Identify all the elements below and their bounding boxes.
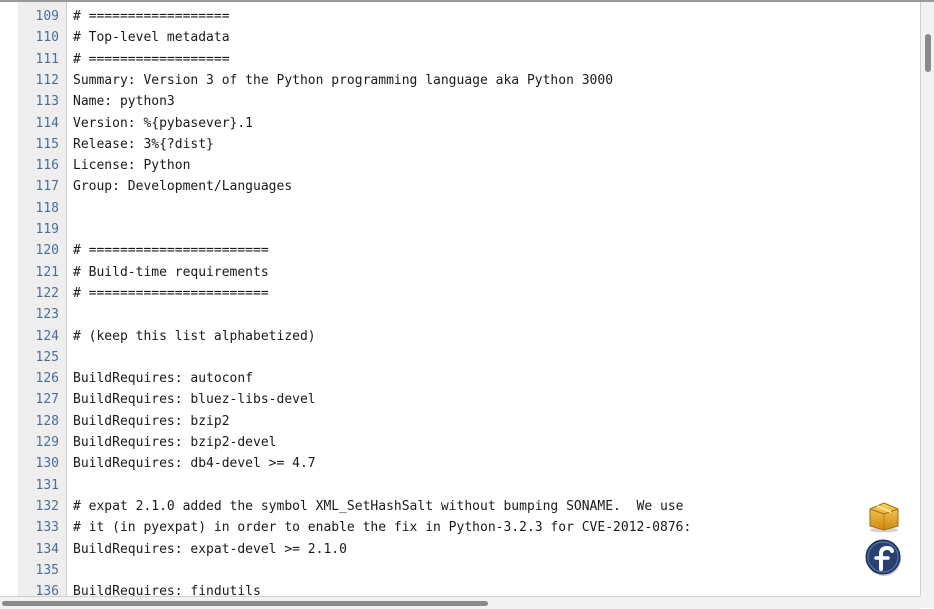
code-line[interactable]: Name: python3 [73, 91, 175, 112]
line-number: 113 [35, 94, 59, 110]
line-number: 111 [35, 51, 59, 67]
vertical-scrollbar[interactable] [920, 2, 934, 596]
horizontal-scrollbar-thumb[interactable] [2, 601, 488, 606]
code-line[interactable]: BuildRequires: autoconf [73, 368, 253, 389]
code-line[interactable]: # Build-time requirements [73, 262, 269, 283]
line-number: 134 [35, 541, 59, 557]
code-line[interactable]: License: Python [73, 155, 190, 176]
line-number: 117 [35, 179, 59, 195]
code-line[interactable]: # ======================= [73, 240, 269, 261]
line-number: 119 [35, 222, 59, 237]
line-number: 110 [35, 30, 59, 46]
line-number: 135 [35, 562, 59, 578]
line-number: 109 [35, 9, 59, 24]
line-number-gutter: 109 110 111 112 113 114 115 116 117 118 119 120 121 1… [18, 2, 67, 599]
code-editor[interactable]: # ================== # Top-level metadata… [67, 2, 920, 599]
line-number: 128 [35, 413, 59, 429]
line-number: 132 [35, 498, 59, 514]
line-number: 120 [35, 243, 59, 259]
line-number: 116 [35, 158, 59, 174]
code-line[interactable]: # expat 2.1.0 added the symbol XML_SetHa… [73, 496, 683, 517]
line-number: 112 [35, 72, 59, 88]
code-line[interactable]: BuildRequires: bluez-libs-devel [73, 389, 316, 410]
line-number: 118 [35, 200, 59, 216]
line-number: 129 [35, 435, 59, 450]
line-number: 115 [35, 136, 59, 152]
horizontal-scrollbar[interactable] [0, 596, 920, 609]
code-line[interactable]: # (keep this list alphabetized) [73, 326, 316, 347]
vertical-scrollbar-thumb[interactable] [925, 34, 931, 72]
line-number: 127 [35, 392, 59, 408]
line-number: 123 [35, 307, 59, 323]
code-line[interactable]: Version: %{pybasever}.1 [73, 113, 253, 134]
line-number: 131 [35, 477, 59, 493]
code-line[interactable]: BuildRequires: db4-devel >= 4.7 [73, 453, 316, 474]
line-number: 114 [35, 115, 59, 131]
code-line[interactable]: # ======================= [73, 283, 269, 304]
line-number: 125 [35, 349, 59, 365]
code-line[interactable]: Group: Development/Languages [73, 176, 292, 197]
code-line[interactable]: Release: 3%{?dist} [73, 134, 214, 155]
line-number: 126 [35, 371, 59, 387]
line-number: 122 [35, 285, 59, 301]
package-box-icon[interactable] [866, 497, 902, 533]
code-line[interactable]: # it (in pyexpat) in order to enable the… [73, 517, 691, 538]
code-line[interactable]: BuildRequires: bzip2-devel [73, 432, 277, 453]
scrollbar-corner [920, 596, 934, 608]
code-line[interactable]: # Top-level metadata [73, 27, 230, 48]
code-line[interactable]: # ================== [73, 6, 230, 27]
code-line[interactable]: Summary: Version 3 of the Python program… [73, 70, 613, 91]
line-number: 130 [35, 456, 59, 472]
code-line[interactable]: BuildRequires: bzip2 [73, 411, 230, 432]
line-number: 124 [35, 328, 59, 344]
line-number: 133 [35, 520, 59, 536]
code-line[interactable]: # ================== [73, 49, 230, 70]
line-number: 121 [35, 264, 59, 280]
left-margin [0, 2, 18, 596]
code-line[interactable]: BuildRequires: expat-devel >= 2.1.0 [73, 539, 347, 560]
fedora-logo-icon[interactable] [864, 538, 904, 578]
